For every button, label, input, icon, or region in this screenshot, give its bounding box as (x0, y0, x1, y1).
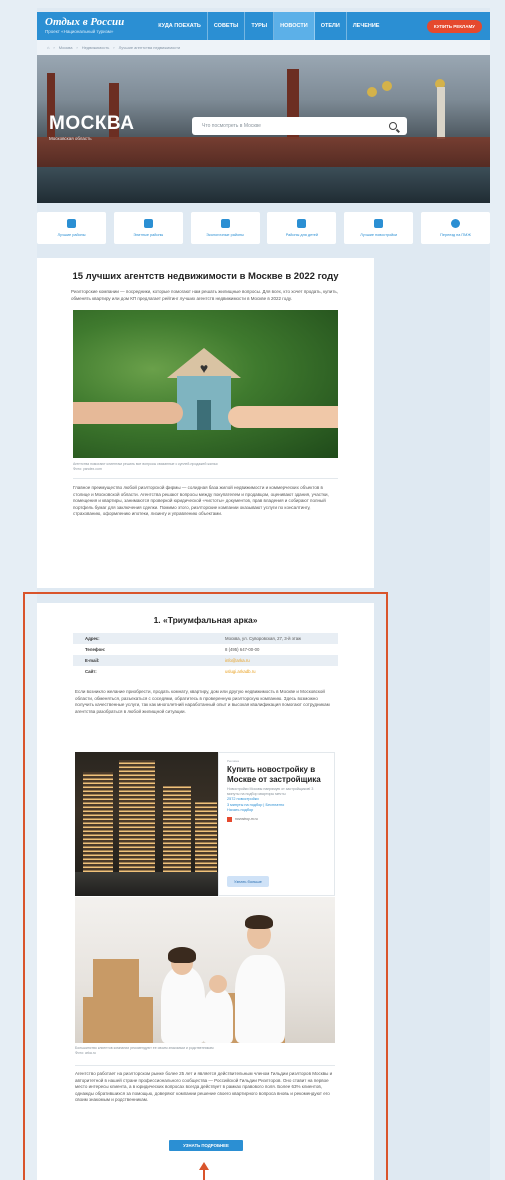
bell-tower (437, 87, 445, 139)
ad-learn-more-button[interactable]: Узнать больше (227, 876, 269, 887)
buy-ads-button[interactable]: КУПИТЬ РЕКЛАМУ (426, 19, 482, 33)
breadcrumb-item: Лучшие агентства недвижимости (118, 45, 181, 50)
globe-icon (450, 219, 460, 228)
towers-photo[interactable] (75, 752, 218, 896)
site-logo[interactable]: Отдых в России Проект «Национальный тури… (45, 17, 124, 35)
nav-item-tours[interactable]: ТУРЫ (245, 12, 275, 40)
category-cards: Лучшие районы Элитные районы Экологичные… (37, 212, 490, 244)
hero-banner: МОСКВА Московская область Что посмотреть… (37, 55, 490, 203)
category-elite-districts[interactable]: Элитные районы (113, 212, 183, 244)
district-icon (67, 219, 76, 228)
child-icon (297, 219, 307, 228)
search-icon[interactable] (389, 122, 397, 130)
table-row: Адрес: Москва, ул. Суворовская, 27, 3-й э… (73, 633, 338, 644)
home-icon[interactable]: ⌂ (47, 45, 49, 50)
ad-block: Реклама Купить новостройку в Москве от з… (75, 752, 335, 896)
building-icon (374, 219, 384, 228)
nav-item-where[interactable]: КУДА ПОЕХАТЬ (152, 12, 208, 40)
nav-item-news[interactable]: НОВОСТИ (274, 12, 315, 40)
breadcrumb-item[interactable]: Москва (59, 45, 73, 50)
article-title: 15 лучших агентств недвижимости в Москве… (72, 271, 339, 282)
nav-item-tips[interactable]: СОВЕТЫ (208, 12, 246, 40)
nav-item-treatment[interactable]: ЛЕЧЕНИЕ (347, 12, 386, 40)
ad-tag: Реклама (227, 759, 240, 763)
category-new-buildings[interactable]: Лучшие новостройки (344, 212, 414, 244)
arrow-up-icon (199, 1162, 209, 1180)
divider (73, 478, 338, 479)
article-intro: Риэлторские компании — посредники, котор… (71, 289, 338, 301)
logo-title: Отдых в России (45, 16, 125, 28)
agency-paragraph: Агентство работает на риэлторском рынке … (75, 1071, 333, 1102)
hand-right (228, 406, 338, 428)
logo-subtitle: Проект «Национальный туризм» (45, 29, 114, 34)
hero-region: Московская область (49, 136, 92, 141)
article: 15 лучших агентств недвижимости в Москве… (37, 258, 374, 588)
ad-card[interactable]: Реклама Купить новостройку в Москве от з… (218, 752, 335, 896)
table-row: Сайт: uslugi.arkadb.ru (85, 669, 256, 674)
ad-link[interactable]: Начать подбор (227, 808, 326, 814)
table-row: Телефон: 8 (495) 647-00-00 (85, 647, 260, 652)
article-body: Главное преимущество любой риэлторской ф… (73, 485, 329, 516)
category-best-districts[interactable]: Лучшие районы (37, 212, 106, 244)
nav-item-hotels[interactable]: ОТЕЛИ (315, 12, 347, 40)
hero-city-title: МОСКВА (49, 113, 135, 134)
woman (161, 967, 205, 1043)
hand-left (73, 402, 183, 424)
cardboard-box (93, 959, 139, 999)
heart-icon: ♥ (199, 360, 209, 376)
toy-house: ♥ (167, 348, 241, 430)
river (37, 167, 490, 203)
photo-caption: Большинство клиентов компании рекомендую… (75, 1046, 214, 1055)
ad-text: Новостройки Москвы напрямую от застройщи… (227, 787, 314, 796)
main-nav: КУДА ПОЕХАТЬ СОВЕТЫ ТУРЫ НОВОСТИ ОТЕЛИ Л… (152, 12, 385, 40)
category-eco-districts[interactable]: Экологичные районы (190, 212, 260, 244)
learn-more-button[interactable]: УЗНАТЬ ПОДРОБНЕЕ (169, 1140, 243, 1151)
category-kids-districts[interactable]: Районы для детей (267, 212, 337, 244)
kremlin-wall (37, 137, 490, 167)
mountain-icon (220, 219, 230, 228)
ad-favicon-icon (227, 816, 232, 822)
cathedral-dome (382, 81, 392, 91)
cathedral-dome (367, 87, 377, 97)
house-photo: ♥ (73, 310, 338, 458)
table-row: E-mail: info@arka.ru (73, 655, 338, 666)
agency-section: 1. «Триумфальная арка» Адрес: Москва, ул.… (37, 603, 374, 1180)
photo-caption: Агентства помогают клиентам решать все в… (73, 462, 218, 471)
agency-info-table: Адрес: Москва, ул. Суворовская, 27, 3-й э… (73, 633, 338, 677)
agency-paragraph: Если возникло желание приобрести, продат… (75, 689, 330, 714)
diamond-icon (143, 219, 153, 228)
agency-title: 1. «Триумфальная арка» (153, 615, 258, 625)
site-header: Отдых в России Проект «Национальный тури… (37, 12, 490, 40)
divider (75, 1065, 335, 1066)
breadcrumb-item[interactable]: Недвижимость (82, 45, 110, 50)
family-photo (75, 897, 335, 1043)
ad-domain[interactable]: novostroy-m.ru (227, 816, 326, 822)
child (203, 989, 233, 1043)
man (235, 955, 285, 1043)
ad-title[interactable]: Купить новостройку в Москве от застройщи… (227, 765, 326, 784)
cardboard-box (83, 997, 153, 1043)
search-placeholder: Что посмотреть в Москве (202, 123, 261, 129)
breadcrumb: ⌂ › Москва › Недвижимость › Лучшие агент… (37, 40, 490, 55)
hero-search-input[interactable]: Что посмотреть в Москве (192, 117, 407, 135)
category-relocation[interactable]: Переезд на ПМЖ (420, 212, 490, 244)
